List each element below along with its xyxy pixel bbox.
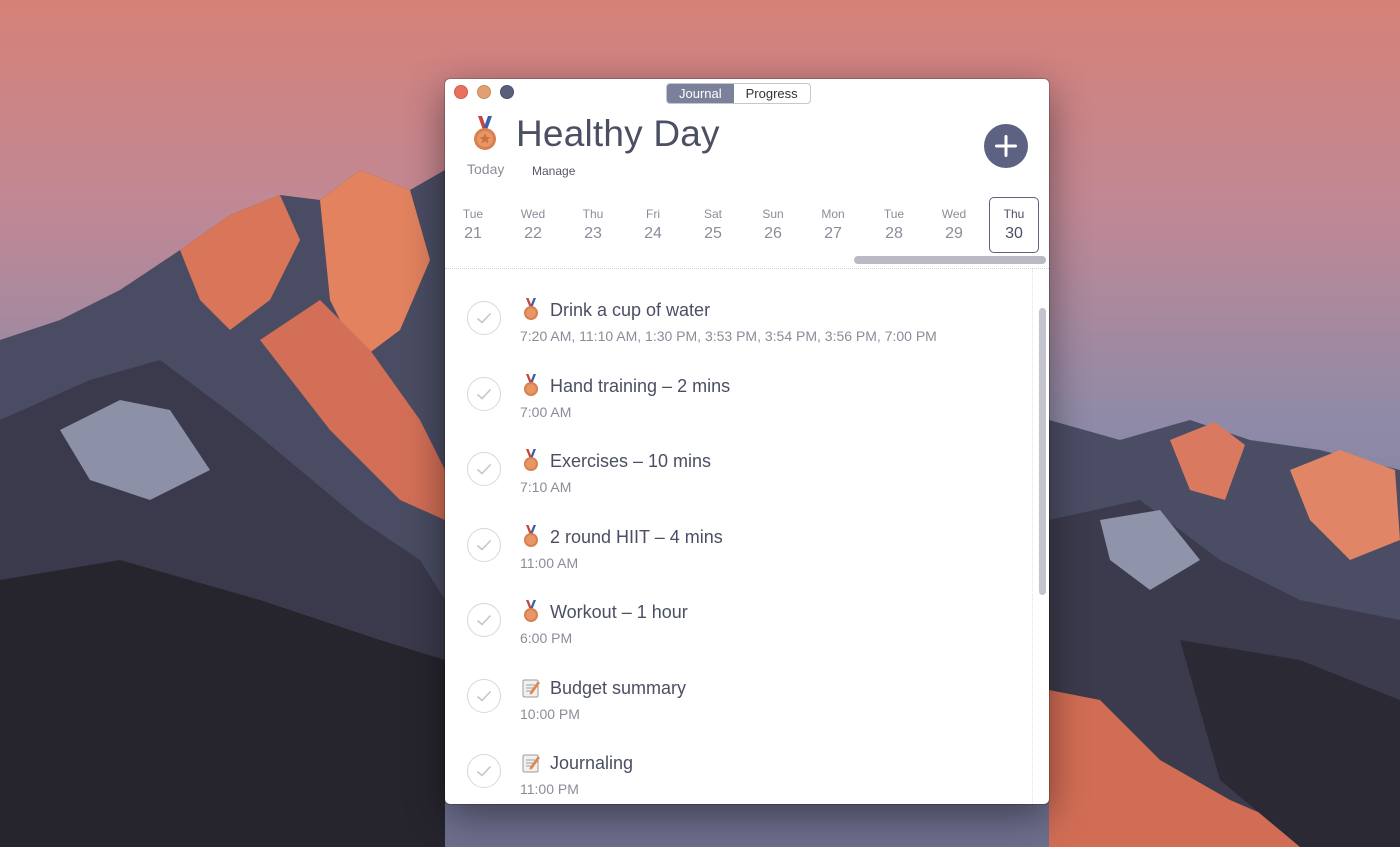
complete-check-button[interactable] [467,376,501,411]
title-bar: Journal Progress [445,79,1049,107]
minimize-button[interactable] [477,85,491,99]
page-title: Healthy Day [516,113,720,154]
day-of-week: Tue [462,207,484,221]
day-number: 28 [885,225,903,242]
task-times: 7:20 AM, 11:10 AM, 1:30 PM, 3:53 PM, 3:5… [520,328,937,344]
day-cell[interactable]: Thu 23 [568,197,618,253]
memo-icon [521,750,541,774]
day-of-week: Thu [1003,207,1025,221]
task-row[interactable]: Exercises – 10 mins 7:10 AM [445,433,1035,509]
date-strip: Tue 21 Wed 22 Thu 23 Fri 24 Sat 25 Sun 2… [445,197,1049,257]
manage-link[interactable]: Manage [532,164,575,178]
checkmark-icon [476,539,492,551]
window-controls [454,85,514,99]
day-number: 30 [1005,225,1023,242]
day-cell[interactable]: Wed 29 [929,197,979,253]
day-cell[interactable]: Sat 25 [688,197,738,253]
zoom-button[interactable] [500,85,514,99]
complete-check-button[interactable] [467,301,501,335]
day-number: 25 [704,225,722,242]
day-of-week: Mon [821,207,845,221]
app-header: Healthy Day Today Manage [445,107,1049,197]
day-cell[interactable]: Wed 22 [508,197,558,253]
task-title: Workout – 1 hour [550,602,688,622]
task-row[interactable]: Workout – 1 hour 6:00 PM [445,584,1035,660]
task-row[interactable]: 2 round HIIT – 4 mins 11:00 AM [445,509,1035,585]
day-of-week: Thu [582,207,604,221]
day-cell-selected[interactable]: Thu 30 [989,197,1039,253]
day-number: 27 [824,225,842,242]
day-cell[interactable]: Tue 21 [448,197,498,253]
checkmark-icon [476,765,492,777]
task-title: Hand training – 2 mins [550,375,731,396]
day-of-week: Wed [520,207,546,221]
task-title: Exercises – 10 mins [550,451,712,471]
checkmark-icon [476,614,492,626]
task-title: Journaling [550,753,634,773]
day-number: 24 [644,225,662,242]
medal-icon [470,114,500,154]
day-number: 21 [464,225,482,242]
task-list-scrollbar[interactable] [1039,308,1046,595]
medal-icon [521,448,541,472]
view-switcher: Journal Progress [666,83,811,104]
day-of-week: Sun [762,207,784,221]
day-of-week: Sat [703,207,722,221]
task-times: 7:10 AM [520,479,572,495]
day-number: 23 [584,225,602,242]
today-label[interactable]: Today [467,161,504,177]
complete-check-button[interactable] [467,452,501,486]
list-divider [1032,269,1033,804]
plus-icon [995,135,1017,157]
memo-icon [521,675,541,699]
medal-icon [521,599,541,623]
medal-icon [521,373,541,397]
day-number: 26 [764,225,782,242]
task-row[interactable]: Journaling 11:00 PM [445,735,1035,804]
day-cell[interactable]: Mon 27 [808,197,858,253]
day-number: 22 [524,225,542,242]
checkmark-icon [476,388,492,400]
tab-journal[interactable]: Journal [667,84,734,103]
day-cell[interactable]: Tue 28 [869,197,919,253]
app-window: Journal Progress Healthy Day Today Manag… [445,79,1049,804]
task-title: Budget summary [550,677,687,698]
close-button[interactable] [454,85,468,99]
task-row[interactable]: Budget summary 10:00 PM [445,660,1035,736]
checkmark-icon [476,312,492,324]
task-times: 11:00 PM [520,781,579,797]
add-habit-button[interactable] [984,124,1028,168]
medal-icon [521,297,541,321]
task-times: 10:00 PM [520,705,580,722]
day-of-week: Wed [941,207,967,221]
task-list: Drink a cup of water 7:20 AM, 11:10 AM, … [445,282,1035,804]
task-row[interactable]: Drink a cup of water 7:20 AM, 11:10 AM, … [445,282,1035,358]
task-title: 2 round HIIT – 4 mins [550,526,723,547]
complete-check-button[interactable] [467,603,501,637]
day-of-week: Fri [646,207,660,221]
task-times: 6:00 PM [520,630,573,646]
checkmark-icon [476,690,492,702]
day-of-week: Tue [883,207,905,221]
complete-check-button[interactable] [467,754,501,788]
task-title: Drink a cup of water [550,300,711,320]
day-cell[interactable]: Sun 26 [748,197,798,253]
task-times: 7:00 AM [520,403,572,420]
complete-check-button[interactable] [467,678,501,713]
day-number: 29 [945,225,963,242]
task-times: 11:00 AM [520,554,579,571]
tab-progress[interactable]: Progress [734,84,810,103]
divider [445,268,1049,269]
date-strip-scrollbar[interactable] [854,256,1046,264]
medal-icon [521,524,541,548]
complete-check-button[interactable] [467,527,501,562]
checkmark-icon [476,463,492,475]
task-row[interactable]: Hand training – 2 mins 7:00 AM [445,358,1035,434]
day-cell[interactable]: Fri 24 [628,197,678,253]
